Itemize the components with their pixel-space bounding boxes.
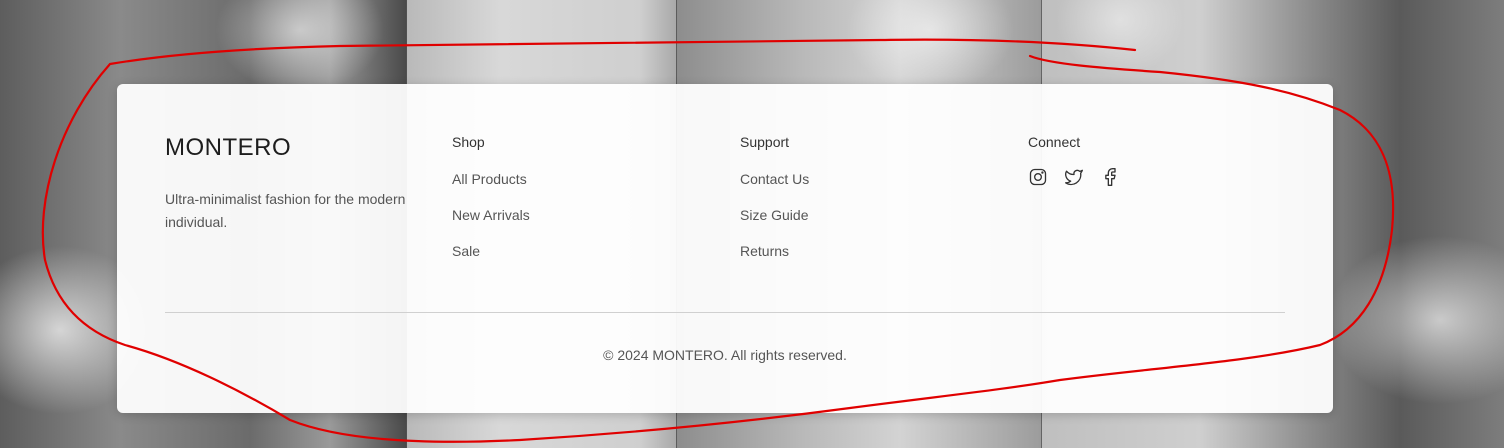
link-new-arrivals[interactable]: New Arrivals: [452, 207, 530, 243]
footer-divider: [165, 312, 1285, 313]
site-footer: MONTERO Ultra-minimalist fashion for the…: [117, 84, 1333, 413]
support-links: Contact Us Size Guide Returns: [740, 171, 809, 279]
facebook-icon[interactable]: [1100, 167, 1120, 187]
link-all-products[interactable]: All Products: [452, 171, 530, 207]
link-returns[interactable]: Returns: [740, 243, 809, 279]
link-sale[interactable]: Sale: [452, 243, 530, 279]
copyright-text: © 2024 MONTERO. All rights reserved.: [603, 347, 847, 363]
instagram-icon[interactable]: [1028, 167, 1048, 187]
twitter-icon[interactable]: [1064, 167, 1084, 187]
shop-links: All Products New Arrivals Sale: [452, 171, 530, 279]
link-contact-us[interactable]: Contact Us: [740, 171, 809, 207]
support-heading: Support: [740, 134, 790, 150]
social-links: [1028, 167, 1120, 187]
brand-tagline: Ultra-minimalist fashion for the modern …: [165, 191, 406, 230]
shop-heading: Shop: [452, 134, 485, 150]
connect-heading: Connect: [1028, 134, 1081, 150]
brand-name[interactable]: MONTERO: [165, 134, 291, 162]
link-size-guide[interactable]: Size Guide: [740, 207, 809, 243]
